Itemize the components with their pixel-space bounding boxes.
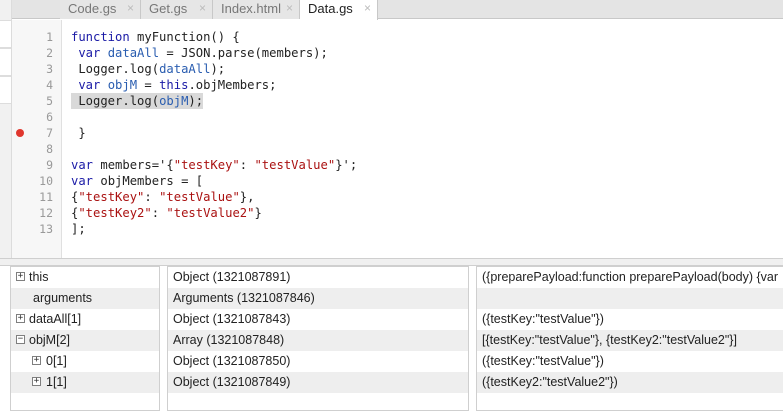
code-line: function myFunction() { <box>71 30 240 44</box>
tab-data-gs[interactable]: Data.gs × <box>300 0 378 20</box>
tab-index-html[interactable]: Index.html × <box>213 0 300 19</box>
variable-type: Object (1321087849) <box>173 375 291 389</box>
variable-value: [{testKey:"testValue"}, {testKey2:"testV… <box>482 333 737 347</box>
variable-name: arguments <box>33 291 93 305</box>
debugger-row[interactable]: − objM[2] <box>11 330 159 351</box>
code-line: var dataAll = JSON.parse(members); <box>78 46 328 60</box>
debugger-type-cell[interactable]: Object (1321087891) <box>168 267 468 288</box>
tab-label: Index.html <box>221 1 281 16</box>
code-line-highlighted: Logger.log(objM); <box>71 93 204 109</box>
debugger-value-cell[interactable]: [{testKey:"testValue"}, {testKey2:"testV… <box>477 330 783 351</box>
tab-label: Code.gs <box>68 1 117 16</box>
line-number: 5 <box>46 94 53 108</box>
line-number: 10 <box>39 174 53 188</box>
variable-value: ({preparePayload:function preparePayload… <box>482 270 779 284</box>
expand-icon[interactable]: + <box>16 272 25 281</box>
code-line: {"testKey": "testValue"}, <box>71 190 255 204</box>
variable-value: ({testKey2:"testValue2"}) <box>482 375 618 389</box>
code-line: {"testKey2": "testValue2"} <box>71 206 262 220</box>
close-icon[interactable]: × <box>286 0 293 17</box>
left-strip-segment <box>0 20 11 48</box>
code-editor[interactable]: function myFunction() { var dataAll = JS… <box>63 20 783 258</box>
code-line: var objM = this.objMembers; <box>78 78 277 92</box>
close-icon[interactable]: × <box>199 0 206 17</box>
tab-label: Data.gs <box>308 1 353 16</box>
line-number: 8 <box>46 142 53 156</box>
debugger-type-cell[interactable]: Object (1321087849) <box>168 372 468 393</box>
debugger-row[interactable]: arguments <box>11 288 159 309</box>
variable-type: Object (1321087850) <box>173 354 291 368</box>
tab-label: Get.gs <box>149 1 188 16</box>
left-strip-segment <box>0 76 11 104</box>
left-strip-segment <box>0 48 11 76</box>
debugger-row[interactable]: + 0[1] <box>11 351 159 372</box>
line-number: 13 <box>39 222 53 236</box>
debugger-type-cell[interactable]: Object (1321087843) <box>168 309 468 330</box>
variable-type: Arguments (1321087846) <box>173 291 315 305</box>
debugger-value-cell[interactable] <box>477 288 783 309</box>
code-line: var objMembers = [ <box>71 174 204 188</box>
debugger-type-cell[interactable]: Array (1321087848) <box>168 330 468 351</box>
tab-code-gs[interactable]: Code.gs × <box>60 0 141 19</box>
debugger-row[interactable]: + dataAll[1] <box>11 309 159 330</box>
file-tab-bar: Code.gs × Get.gs × Index.html × Data.gs … <box>12 0 783 20</box>
variable-name: dataAll[1] <box>29 312 82 326</box>
debugger-type-column: Object (1321087891) Arguments (132108784… <box>167 266 469 411</box>
variable-name: this <box>29 270 49 284</box>
close-icon[interactable]: × <box>127 0 134 17</box>
debugger-value-column: ({preparePayload:function preparePayload… <box>476 266 783 411</box>
debugger-row[interactable]: + 1[1] <box>11 372 159 393</box>
expand-icon[interactable]: + <box>32 377 41 386</box>
collapse-icon[interactable]: − <box>16 335 25 344</box>
code-line: } <box>71 126 86 140</box>
left-sidebar-strip <box>0 0 12 258</box>
variable-type: Object (1321087891) <box>173 270 291 284</box>
line-number: 4 <box>46 78 53 92</box>
variable-type: Array (1321087848) <box>173 333 285 347</box>
expand-icon[interactable]: + <box>16 314 25 323</box>
line-number: 7 <box>46 126 53 140</box>
variable-name: objM[2] <box>29 333 70 347</box>
line-number: 9 <box>46 158 53 172</box>
line-number: 12 <box>39 206 53 220</box>
variable-value: ({testKey:"testValue"}) <box>482 312 604 326</box>
variable-type: Object (1321087843) <box>173 312 291 326</box>
debugger-value-cell[interactable]: ({testKey2:"testValue2"}) <box>477 372 783 393</box>
line-number: 1 <box>46 30 53 44</box>
panel-splitter[interactable] <box>0 258 783 266</box>
variable-value: ({testKey:"testValue"}) <box>482 354 604 368</box>
debugger-value-cell[interactable]: ({testKey:"testValue"}) <box>477 351 783 372</box>
code-line: ]; <box>71 222 86 236</box>
expand-icon[interactable]: + <box>32 356 41 365</box>
line-number: 11 <box>39 190 53 204</box>
debugger-value-cell[interactable]: ({preparePayload:function preparePayload… <box>477 267 783 288</box>
line-number-gutter[interactable]: 1 2 3 4 5 6 7 8 9 10 11 12 13 <box>12 20 62 258</box>
code-line: Logger.log(dataAll); <box>71 62 226 76</box>
debugger-value-cell[interactable]: ({testKey:"testValue"}) <box>477 309 783 330</box>
debugger-type-cell[interactable]: Object (1321087850) <box>168 351 468 372</box>
line-number: 6 <box>46 110 53 124</box>
debugger-name-column: + this arguments + dataAll[1] − objM[2] … <box>10 266 160 411</box>
code-line: var members='{"testKey": "testValue"}'; <box>71 158 358 172</box>
debugger-type-cell[interactable]: Arguments (1321087846) <box>168 288 468 309</box>
line-number: 3 <box>46 62 53 76</box>
debugger-row[interactable]: + this <box>11 267 159 288</box>
tab-get-gs[interactable]: Get.gs × <box>141 0 213 19</box>
line-number: 2 <box>46 46 53 60</box>
close-icon[interactable]: × <box>364 0 371 17</box>
variable-name: 0[1] <box>46 354 67 368</box>
variable-name: 1[1] <box>46 375 67 389</box>
